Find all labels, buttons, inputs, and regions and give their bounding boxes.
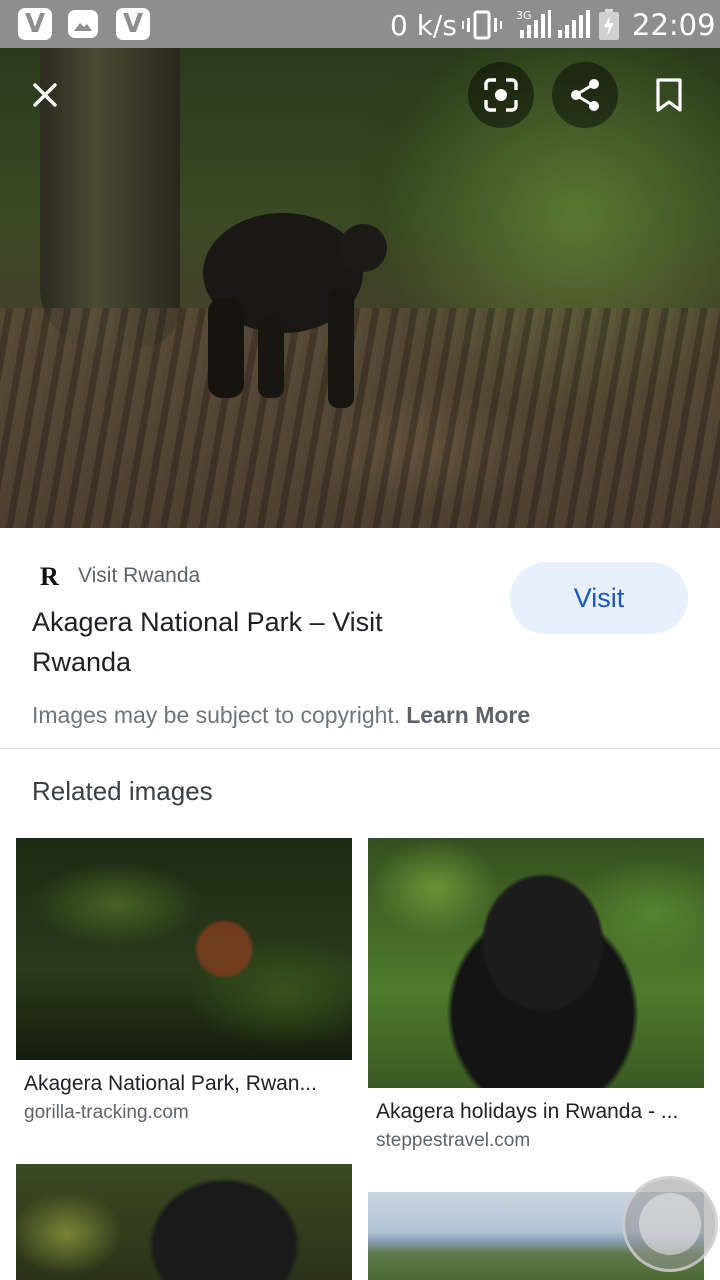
vivaldi-icon: V — [18, 8, 52, 40]
divider — [0, 748, 720, 749]
related-domain: gorilla-tracking.com — [24, 1102, 189, 1123]
battery-charging-icon — [598, 9, 620, 46]
source-name[interactable]: Visit Rwanda — [78, 564, 200, 588]
vibrate-icon — [462, 10, 502, 45]
clock: 22:09 — [632, 8, 716, 42]
signal-icon — [556, 10, 590, 43]
learn-more-link[interactable]: Learn More — [406, 702, 530, 728]
network-speed: 0 k/s — [390, 9, 457, 42]
share-button[interactable] — [552, 62, 618, 128]
related-caption[interactable]: Akagera holidays in Rwanda - ... — [376, 1100, 696, 1124]
image-info-panel: R Visit Rwanda Akagera National Park – V… — [0, 528, 720, 748]
save-button[interactable] — [636, 62, 702, 128]
lens-button[interactable] — [468, 62, 534, 128]
copyright-text: Images may be subject to copyright. — [32, 702, 401, 728]
visit-button[interactable]: Visit — [510, 562, 688, 634]
related-image-card[interactable]: Akagera holidays in Rwanda - ... steppes… — [368, 838, 704, 1158]
bookmark-icon — [656, 78, 682, 112]
signal-3g-icon: 3G — [516, 8, 552, 45]
source-logo: R — [40, 562, 59, 591]
related-images-heading: Related images — [32, 776, 213, 806]
related-thumbnail[interactable] — [16, 838, 352, 1060]
close-button[interactable] — [12, 62, 78, 128]
vivaldi-icon: V — [116, 8, 150, 40]
lens-icon — [484, 78, 518, 112]
floating-touch-button[interactable] — [622, 1176, 718, 1272]
gallery-icon — [68, 10, 98, 38]
page-title[interactable]: Akagera National Park – Visit Rwanda — [32, 602, 472, 682]
status-bar: V V 0 k/s 3G 22:09 — [0, 0, 720, 48]
related-image-card[interactable]: Akagera National Park, Rwan... gorilla-t… — [16, 838, 352, 1138]
related-image-card[interactable] — [16, 1164, 352, 1280]
main-image[interactable] — [0, 48, 720, 528]
related-caption[interactable]: Akagera National Park, Rwan... — [24, 1072, 344, 1096]
related-thumbnail[interactable] — [16, 1164, 352, 1280]
close-icon — [33, 83, 57, 107]
chimpanzee-figure — [203, 213, 387, 408]
related-thumbnail[interactable] — [368, 838, 704, 1088]
copyright-notice: Images may be subject to copyright. Learn… — [32, 702, 530, 729]
network-type: 3G — [516, 9, 532, 22]
related-domain: steppestravel.com — [376, 1130, 531, 1151]
share-icon — [571, 79, 599, 111]
